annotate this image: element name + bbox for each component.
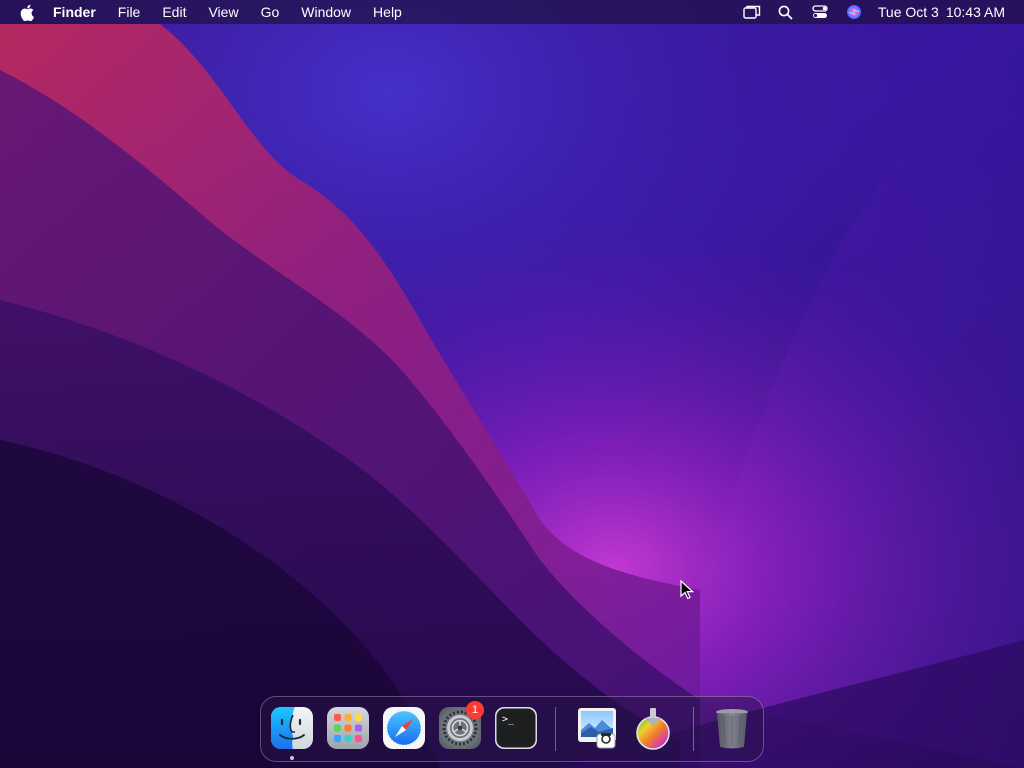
dock-separator <box>555 707 556 751</box>
clock-time: 10:43 AM <box>945 4 1005 20</box>
menu-edit[interactable]: Edit <box>162 0 186 24</box>
wallpaper <box>0 0 1024 768</box>
menu-window[interactable]: Window <box>301 0 351 24</box>
terminal-icon: >_ <box>495 707 537 749</box>
trash-icon <box>716 709 748 749</box>
dock-app-preview[interactable] <box>575 706 619 750</box>
dock-app-launchpad[interactable] <box>326 706 370 750</box>
dock: 1 >_ <box>260 696 764 762</box>
menu-bar: Finder File Edit View Go Window Help Tue… <box>0 0 1024 24</box>
apple-logo-icon[interactable] <box>19 3 35 21</box>
launchpad-icon <box>327 707 369 749</box>
clock-date: Tue Oct 3 <box>877 4 939 20</box>
dock-app-terminal[interactable]: >_ <box>494 706 538 750</box>
menu-help[interactable]: Help <box>373 0 402 24</box>
dock-app-finder[interactable] <box>270 706 314 760</box>
safari-icon <box>383 707 425 749</box>
dock-app-safari[interactable] <box>382 706 426 750</box>
notification-badge: 1 <box>466 701 484 719</box>
running-indicator <box>290 756 294 760</box>
menu-clock[interactable]: Tue Oct 3 10:43 AM <box>878 4 1005 20</box>
desktop[interactable]: Finder File Edit View Go Window Help Tue… <box>0 0 1024 768</box>
preview-icon <box>578 708 616 749</box>
installer-icon <box>636 708 670 750</box>
menu-go[interactable]: Go <box>261 0 280 24</box>
menu-app-finder[interactable]: Finder <box>53 0 96 24</box>
dock-app-installer[interactable] <box>631 706 675 750</box>
screen-mirroring-icon[interactable] <box>742 3 762 21</box>
control-center-icon[interactable] <box>810 3 830 21</box>
menu-file[interactable]: File <box>118 0 141 24</box>
dock-separator <box>693 707 694 751</box>
menu-view[interactable]: View <box>208 0 238 24</box>
dock-app-trash[interactable] <box>710 706 754 750</box>
siri-icon[interactable] <box>844 3 864 21</box>
search-icon[interactable] <box>776 3 796 21</box>
terminal-prompt: >_ <box>502 714 515 725</box>
finder-icon <box>271 707 313 749</box>
dock-app-system-settings[interactable]: 1 <box>438 701 484 750</box>
mouse-cursor-icon <box>680 580 694 600</box>
